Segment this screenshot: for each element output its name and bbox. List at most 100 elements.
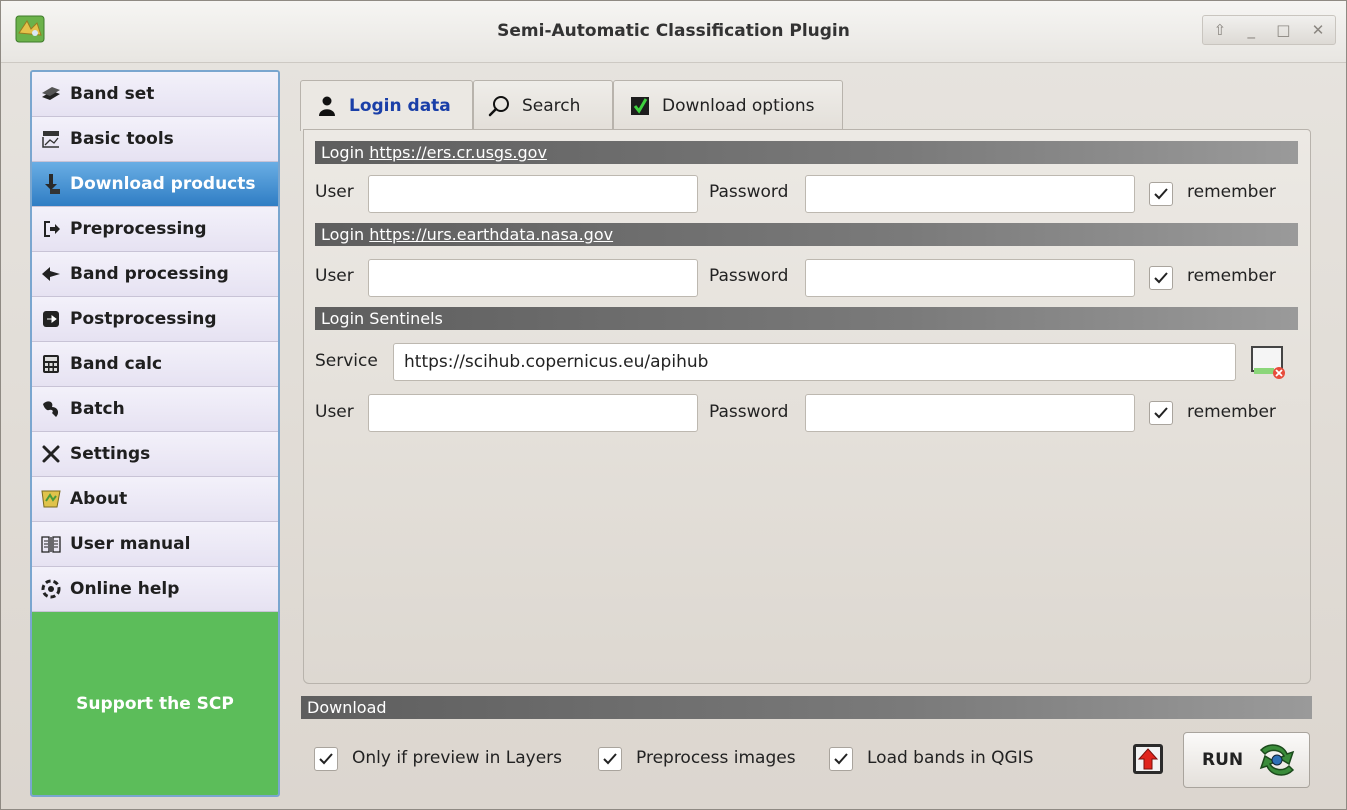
only-preview-label: Only if preview in Layers xyxy=(352,748,563,768)
sentinels-user-label: User xyxy=(315,402,354,422)
help-icon xyxy=(40,578,62,600)
tab-label: Search xyxy=(522,95,581,116)
sidebar-item-user-manual[interactable]: User manual xyxy=(32,522,278,567)
section-prefix: Login xyxy=(321,225,370,244)
nasa-password-label: Password xyxy=(709,266,789,286)
shade-window-button[interactable]: ⇧ xyxy=(1214,21,1227,39)
run-icon xyxy=(1259,744,1295,776)
export-button[interactable] xyxy=(1131,742,1165,776)
check-icon xyxy=(1154,188,1168,200)
support-scp-button[interactable]: Support the SCP xyxy=(32,612,278,795)
sidebar-item-online-help[interactable]: Online help xyxy=(32,567,278,612)
manual-icon xyxy=(40,533,62,555)
usgs-password-input[interactable] xyxy=(805,175,1135,213)
maximize-window-button[interactable]: □ xyxy=(1276,21,1290,39)
sentinels-remember-label: remember xyxy=(1187,402,1276,422)
sidebar-item-label: Online help xyxy=(70,579,180,599)
tab-label: Download options xyxy=(662,95,815,116)
usgs-link[interactable]: https://ers.cr.usgs.gov xyxy=(369,143,547,162)
check-icon xyxy=(834,753,848,765)
sidebar-item-settings[interactable]: Settings xyxy=(32,432,278,477)
sentinels-password-input[interactable] xyxy=(805,394,1135,432)
sidebar-item-basic-tools[interactable]: Basic tools xyxy=(32,117,278,162)
check-icon xyxy=(603,753,617,765)
usgs-user-input[interactable] xyxy=(368,175,698,213)
sidebar-item-label: Postprocessing xyxy=(70,309,217,329)
checkbox-icon xyxy=(628,94,652,118)
sidebar-item-label: Band processing xyxy=(70,264,229,284)
close-window-button[interactable]: ✕ xyxy=(1312,21,1325,39)
section-download: Download xyxy=(301,696,1312,719)
section-login-usgs: Login https://ers.cr.usgs.gov xyxy=(315,141,1298,164)
band-set-icon xyxy=(40,83,62,105)
calculator-icon xyxy=(40,353,62,375)
basic-tools-icon xyxy=(40,128,62,150)
window-title: Semi-Automatic Classification Plugin xyxy=(497,21,850,41)
nasa-remember-checkbox[interactable] xyxy=(1149,266,1173,290)
load-bands-checkbox[interactable] xyxy=(829,747,853,771)
reset-icon xyxy=(1251,346,1285,379)
minimize-window-button[interactable]: _ xyxy=(1248,21,1256,39)
sidebar-item-band-processing[interactable]: Band processing xyxy=(32,252,278,297)
sentinels-remember-checkbox[interactable] xyxy=(1149,401,1173,425)
nasa-user-label: User xyxy=(315,266,354,286)
tab-label: Login data xyxy=(349,96,451,116)
sentinels-password-label: Password xyxy=(709,402,789,422)
sidebar-item-label: Preprocessing xyxy=(70,219,207,239)
check-icon xyxy=(1154,407,1168,419)
about-icon xyxy=(40,488,62,510)
user-icon xyxy=(315,94,339,118)
sidebar-item-batch[interactable]: Batch xyxy=(32,387,278,432)
window-controls: ⇧ _ □ ✕ xyxy=(1202,15,1336,45)
tab-download-options[interactable]: Download options xyxy=(613,80,843,130)
nasa-link[interactable]: https://urs.earthdata.nasa.gov xyxy=(369,225,613,244)
sidebar-item-label: Band set xyxy=(70,84,155,104)
tab-login-data[interactable]: Login data xyxy=(300,80,473,131)
sidebar-item-postprocessing[interactable]: Postprocessing xyxy=(32,297,278,342)
sidebar-item-label: Download products xyxy=(70,174,256,194)
preprocess-images-label: Preprocess images xyxy=(636,748,796,768)
sidebar-item-label: Settings xyxy=(70,444,151,464)
run-button[interactable]: RUN xyxy=(1183,732,1310,788)
check-icon xyxy=(1154,272,1168,284)
settings-icon xyxy=(40,443,62,465)
sentinels-user-input[interactable] xyxy=(368,394,698,432)
sidebar: Band set Basic tools Download products P… xyxy=(30,70,280,797)
sidebar-item-label: Basic tools xyxy=(70,129,174,149)
upload-arrow-icon xyxy=(1133,744,1163,774)
section-login-nasa: Login https://urs.earthdata.nasa.gov xyxy=(315,223,1298,246)
sidebar-item-band-set[interactable]: Band set xyxy=(32,72,278,117)
plugin-window: Semi-Automatic Classification Plugin ⇧ _… xyxy=(0,0,1347,810)
title-bar: Semi-Automatic Classification Plugin ⇧ _… xyxy=(1,1,1346,63)
usgs-remember-checkbox[interactable] xyxy=(1149,182,1173,206)
reset-service-button[interactable] xyxy=(1250,344,1286,380)
sidebar-item-about[interactable]: About xyxy=(32,477,278,522)
tab-bar: Login data Search Download options xyxy=(300,80,900,131)
sidebar-item-label: User manual xyxy=(70,534,191,554)
nasa-user-input[interactable] xyxy=(368,259,698,297)
preprocess-images-checkbox[interactable] xyxy=(598,747,622,771)
tab-search[interactable]: Search xyxy=(473,80,613,130)
preprocessing-icon xyxy=(40,218,62,240)
postprocessing-icon xyxy=(40,308,62,330)
sentinels-service-input[interactable]: https://scihub.copernicus.eu/apihub xyxy=(393,343,1236,381)
usgs-user-label: User xyxy=(315,182,354,202)
batch-icon xyxy=(40,398,62,420)
section-prefix: Login xyxy=(321,143,370,162)
section-login-sentinels: Login Sentinels xyxy=(315,307,1298,330)
only-preview-checkbox[interactable] xyxy=(314,747,338,771)
sidebar-item-download-products[interactable]: Download products xyxy=(32,162,278,207)
check-icon xyxy=(319,753,333,765)
run-label: RUN xyxy=(1202,750,1244,770)
nasa-password-input[interactable] xyxy=(805,259,1135,297)
sidebar-item-band-calc[interactable]: Band calc xyxy=(32,342,278,387)
nasa-remember-label: remember xyxy=(1187,266,1276,286)
sidebar-item-label: Band calc xyxy=(70,354,163,374)
usgs-remember-label: remember xyxy=(1187,182,1276,202)
sentinels-service-label: Service xyxy=(315,351,378,371)
sidebar-item-preprocessing[interactable]: Preprocessing xyxy=(32,207,278,252)
sidebar-item-label: Batch xyxy=(70,399,125,419)
search-icon xyxy=(488,94,512,118)
usgs-password-label: Password xyxy=(709,182,789,202)
sidebar-item-label: About xyxy=(70,489,128,509)
